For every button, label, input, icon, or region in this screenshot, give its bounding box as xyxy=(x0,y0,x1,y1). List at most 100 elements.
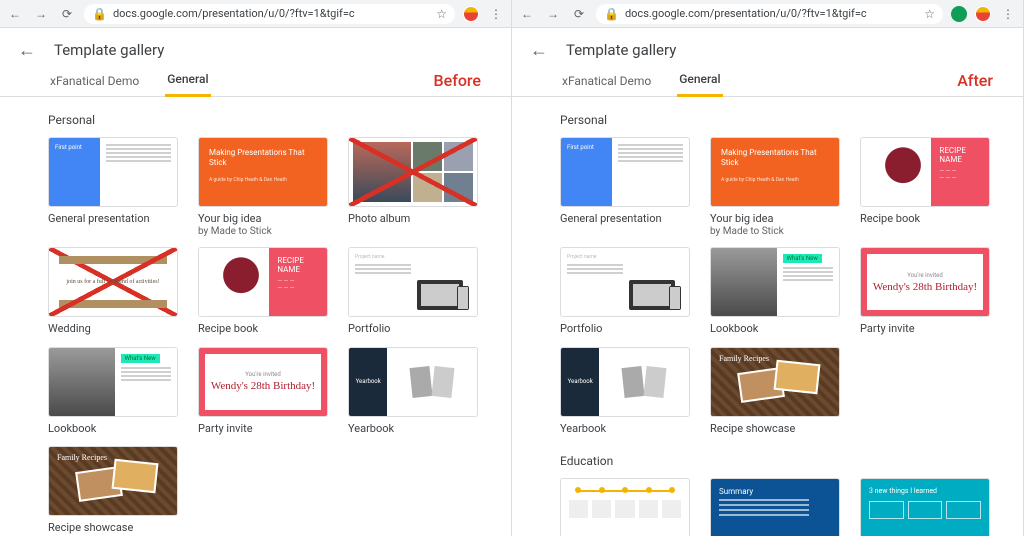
template-name: General presentation xyxy=(560,212,690,226)
browser-menu-icon[interactable]: ⋮ xyxy=(487,5,505,23)
template-wedding[interactable]: join us for a full weekend of activities… xyxy=(48,247,178,336)
template-recipe[interactable]: RECIPE NAME— — —— — —Recipe book xyxy=(198,247,328,336)
template-thumbnail[interactable]: First point xyxy=(560,137,690,207)
template-thumbnail[interactable]: Yearbook xyxy=(560,347,690,417)
browser-reload-icon[interactable]: ⟳ xyxy=(58,5,76,23)
template-party[interactable]: You're invitedWendy's 28th Birthday! Part… xyxy=(198,347,328,436)
tab-xfanatical-demo[interactable]: xFanatical Demo xyxy=(48,74,141,96)
template-grid: First point General presentation Making Pr… xyxy=(560,137,995,436)
template-yearbook[interactable]: Yearbook Yearbook xyxy=(348,347,478,436)
section-personal: Personal xyxy=(560,113,995,127)
browser-menu-icon[interactable]: ⋮ xyxy=(999,5,1017,23)
template-party[interactable]: You're invitedWendy's 28th Birthday!Part… xyxy=(860,247,990,336)
template-thumbnail[interactable]: Making Presentations That StickA guide b… xyxy=(710,137,840,207)
tab-general[interactable]: General xyxy=(165,72,210,97)
page-header: ← Template gallery xyxy=(512,28,1023,72)
template-name: Recipe book xyxy=(860,212,990,226)
template-name: General presentation xyxy=(48,212,178,226)
before-pane: ← → ⟳ 🔒 docs.google.com/presentation/u/0… xyxy=(0,0,512,536)
template-subtitle: by Made to Stick xyxy=(710,226,840,237)
template-grid-education: Summary 3 new things I learned xyxy=(560,478,995,536)
page-title: Template gallery xyxy=(566,41,676,59)
template-edu2[interactable]: Summary xyxy=(710,478,840,536)
page-title: Template gallery xyxy=(54,41,164,59)
browser-back-icon[interactable]: ← xyxy=(6,5,24,23)
profile-avatar[interactable] xyxy=(975,6,991,22)
template-general[interactable]: First point General presentation xyxy=(48,137,178,237)
template-thumbnail[interactable]: You're invitedWendy's 28th Birthday! xyxy=(860,247,990,317)
address-bar[interactable]: 🔒 docs.google.com/presentation/u/0/?ftv=… xyxy=(596,4,943,24)
browser-forward-icon[interactable]: → xyxy=(32,5,50,23)
template-thumbnail[interactable]: 3 new things I learned xyxy=(860,478,990,536)
lock-icon: 🔒 xyxy=(604,7,619,21)
template-name: Your big idea xyxy=(198,212,328,226)
template-family[interactable]: Family Recipes Recipe showcase xyxy=(710,347,840,436)
template-recipe[interactable]: RECIPE NAME— — —— — — Recipe book xyxy=(860,137,990,237)
template-name: Yearbook xyxy=(560,422,690,436)
tab-general[interactable]: General xyxy=(677,72,722,97)
template-tabs: xFanatical Demo General Before xyxy=(0,72,511,97)
template-scroll-area[interactable]: Personal First point General presentation… xyxy=(0,97,511,536)
template-thumbnail[interactable]: What's New xyxy=(710,247,840,317)
star-icon[interactable]: ☆ xyxy=(436,7,447,21)
browser-reload-icon[interactable]: ⟳ xyxy=(570,5,588,23)
browser-toolbar: ← → ⟳ 🔒 docs.google.com/presentation/u/0… xyxy=(0,0,511,28)
profile-avatar[interactable] xyxy=(463,6,479,22)
address-bar[interactable]: 🔒 docs.google.com/presentation/u/0/?ftv=… xyxy=(84,4,455,24)
template-name: Lookbook xyxy=(710,322,840,336)
template-thumbnail[interactable]: You're invitedWendy's 28th Birthday! xyxy=(198,347,328,417)
template-name: Recipe showcase xyxy=(48,521,178,535)
template-subtitle: by Made to Stick xyxy=(198,226,328,237)
tab-xfanatical-demo[interactable]: xFanatical Demo xyxy=(560,74,653,96)
extension-icon[interactable] xyxy=(951,6,967,22)
template-name: Lookbook xyxy=(48,422,178,436)
template-thumbnail[interactable]: Project name xyxy=(560,247,690,317)
template-tabs: xFanatical Demo General After xyxy=(512,72,1023,97)
template-thumbnail[interactable] xyxy=(560,478,690,536)
template-thumbnail[interactable]: join us for a full weekend of activities… xyxy=(48,247,178,317)
browser-back-icon[interactable]: ← xyxy=(518,5,536,23)
template-thumbnail[interactable]: RECIPE NAME— — —— — — xyxy=(198,247,328,317)
after-label: After xyxy=(957,71,993,90)
template-name: Portfolio xyxy=(348,322,478,336)
template-lookbook[interactable]: What's New Lookbook xyxy=(48,347,178,436)
star-icon[interactable]: ☆ xyxy=(924,7,935,21)
template-name: Portfolio xyxy=(560,322,690,336)
section-personal: Personal xyxy=(48,113,483,127)
url-text: docs.google.com/presentation/u/0/?ftv=1&… xyxy=(625,7,867,20)
template-name: Recipe showcase xyxy=(710,422,840,436)
template-edu3[interactable]: 3 new things I learned xyxy=(860,478,990,536)
template-portfolio[interactable]: Project name Portfolio xyxy=(348,247,478,336)
template-name: Your big idea xyxy=(710,212,840,226)
template-bigidea[interactable]: Making Presentations That StickA guide b… xyxy=(198,137,328,237)
template-name: Party invite xyxy=(198,422,328,436)
section-education: Education xyxy=(560,454,995,468)
template-thumbnail[interactable]: What's New xyxy=(48,347,178,417)
template-bigidea[interactable]: Making Presentations That StickA guide b… xyxy=(710,137,840,237)
back-arrow-icon[interactable]: ← xyxy=(530,40,548,61)
template-lookbook[interactable]: What's New Lookbook xyxy=(710,247,840,336)
template-thumbnail[interactable] xyxy=(348,137,478,207)
template-name: Photo album xyxy=(348,212,478,226)
back-arrow-icon[interactable]: ← xyxy=(18,40,36,61)
template-family[interactable]: Family Recipes Recipe showcase xyxy=(48,446,178,535)
template-portfolio[interactable]: Project name Portfolio xyxy=(560,247,690,336)
template-thumbnail[interactable]: Project name xyxy=(348,247,478,317)
template-yearbook[interactable]: Yearbook Yearbook xyxy=(560,347,690,436)
template-name: Yearbook xyxy=(348,422,478,436)
template-thumbnail[interactable]: RECIPE NAME— — —— — — xyxy=(860,137,990,207)
browser-forward-icon[interactable]: → xyxy=(544,5,562,23)
template-photo[interactable]: Photo album xyxy=(348,137,478,237)
template-thumbnail[interactable]: Yearbook xyxy=(348,347,478,417)
template-general[interactable]: First point General presentation xyxy=(560,137,690,237)
page-header: ← Template gallery xyxy=(0,28,511,72)
template-thumbnail[interactable]: Making Presentations That StickA guide b… xyxy=(198,137,328,207)
template-scroll-area[interactable]: Personal First point General presentation… xyxy=(512,97,1023,536)
template-thumbnail[interactable]: Family Recipes xyxy=(710,347,840,417)
template-name: Wedding xyxy=(48,322,178,336)
browser-toolbar: ← → ⟳ 🔒 docs.google.com/presentation/u/0… xyxy=(512,0,1023,28)
template-edu1[interactable] xyxy=(560,478,690,536)
template-thumbnail[interactable]: Family Recipes xyxy=(48,446,178,516)
template-thumbnail[interactable]: First point xyxy=(48,137,178,207)
template-thumbnail[interactable]: Summary xyxy=(710,478,840,536)
